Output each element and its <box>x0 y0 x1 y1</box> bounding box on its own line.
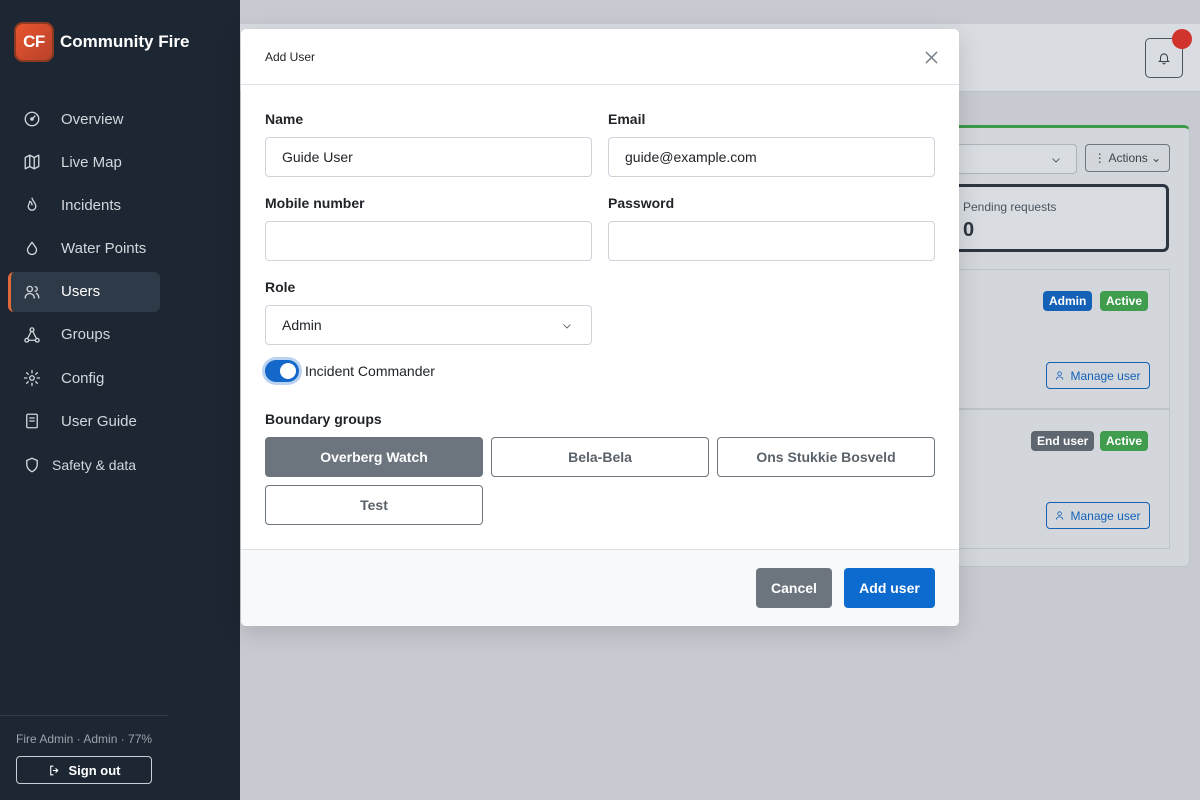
sidebar-item-user-guide[interactable]: User Guide <box>8 401 160 441</box>
users-icon <box>22 282 42 302</box>
sidebar-item-config[interactable]: Config <box>8 358 160 398</box>
modal-header: Add User <box>241 29 959 85</box>
boundary-groups-label: Boundary groups <box>265 411 382 427</box>
manage-user-label: Manage user <box>1070 368 1141 383</box>
list-item: Admin Active Manage user <box>950 269 1170 409</box>
map-icon <box>22 152 42 172</box>
droplet-icon <box>22 239 42 259</box>
sidebar-item-safety[interactable]: Safety & data <box>8 445 160 485</box>
pending-requests-label: Pending requests <box>963 200 1057 214</box>
role-badge: Admin <box>1043 291 1093 311</box>
name-label: Name <box>265 111 304 127</box>
sidebar: CF Community Fire Overview Live Map Inci… <box>0 0 240 800</box>
name-field[interactable] <box>265 137 592 177</box>
user-meta: Fire Admin · Admin · 77% <box>16 732 153 746</box>
manage-user-button[interactable]: Manage user <box>1046 502 1150 529</box>
add-user-button[interactable]: Add user <box>844 568 935 608</box>
sidebar-item-groups[interactable]: Groups <box>8 315 160 355</box>
sign-out-icon <box>49 765 59 775</box>
incident-commander-label: Incident Commander <box>305 363 435 379</box>
role-select[interactable]: Admin <box>265 305 592 345</box>
sidebar-item-water-points[interactable]: Water Points <box>8 229 160 269</box>
pending-requests-card[interactable] <box>950 184 1169 252</box>
manage-user-label: Manage user <box>1070 508 1141 523</box>
group-overberg-watch[interactable]: Overberg Watch <box>265 437 483 477</box>
filter-select[interactable] <box>940 144 1077 174</box>
status-badge: Active <box>1100 291 1149 311</box>
gear-icon <box>22 368 42 388</box>
sidebar-item-overview[interactable]: Overview <box>8 99 160 139</box>
notification-badge <box>1172 29 1192 49</box>
status-badge: Active <box>1100 431 1149 451</box>
user-icon <box>1056 511 1064 520</box>
bell-icon <box>1158 53 1170 65</box>
actions-button[interactable]: ⋮ Actions ⌄ <box>1085 144 1170 172</box>
email-field[interactable] <box>608 137 935 177</box>
toggle-knob <box>280 363 296 379</box>
sidebar-item-label: Users <box>61 283 101 301</box>
manage-user-button[interactable]: Manage user <box>1046 362 1150 389</box>
app-logo: CF <box>14 22 54 62</box>
role-badge: End user <box>1031 431 1095 451</box>
group-ons-stukkie-bosveld[interactable]: Ons Stukkie Bosveld <box>717 437 935 477</box>
sidebar-item-label: Incidents <box>61 196 122 214</box>
close-button[interactable] <box>921 47 941 67</box>
sign-out-button[interactable]: Sign out <box>16 756 152 784</box>
password-field[interactable] <box>608 221 935 261</box>
role-select-value: Admin <box>282 317 322 333</box>
share-nodes-icon <box>22 325 42 345</box>
flame-icon <box>22 195 42 215</box>
sign-out-label: Sign out <box>68 762 121 778</box>
close-icon <box>924 50 938 64</box>
mobile-label: Mobile number <box>265 195 365 211</box>
sidebar-item-label: Live Map <box>61 153 122 171</box>
modal-title: Add User <box>265 50 316 64</box>
cancel-button[interactable]: Cancel <box>756 568 832 608</box>
group-bela-bela[interactable]: Bela-Bela <box>491 437 709 477</box>
gauge-icon <box>22 109 42 129</box>
list-item: End user Active Manage user <box>950 409 1170 549</box>
sidebar-item-label: Config <box>61 369 105 387</box>
incident-commander-toggle[interactable] <box>265 360 299 382</box>
chevron-down-icon <box>563 324 571 329</box>
chevron-down-icon <box>1052 158 1060 163</box>
email-label: Email <box>608 111 646 127</box>
sidebar-item-label: Groups <box>61 326 111 344</box>
sidebar-item-label: User Guide <box>61 412 137 430</box>
password-label: Password <box>608 195 675 211</box>
role-label: Role <box>265 279 296 295</box>
sidebar-item-incidents[interactable]: Incidents <box>8 185 160 225</box>
sidebar-item-label: Overview <box>61 110 124 128</box>
app-name: Community Fire <box>60 32 190 51</box>
sidebar-item-users[interactable]: Users <box>8 271 160 312</box>
sidebar-item-live-map[interactable]: Live Map <box>8 142 160 182</box>
mobile-field[interactable] <box>265 221 592 261</box>
sidebar-nav: Overview Live Map Incidents Water Points… <box>8 99 160 488</box>
add-user-modal: Add User Name Email Mobile number Passwo… <box>241 29 959 626</box>
group-test[interactable]: Test <box>265 485 483 525</box>
book-icon <box>22 411 42 431</box>
pending-requests-value: 0 <box>963 219 975 241</box>
brand[interactable]: CF Community Fire <box>14 22 189 62</box>
sidebar-item-label: Safety & data <box>52 456 137 473</box>
shield-icon <box>22 455 42 475</box>
sidebar-divider <box>0 715 168 716</box>
sidebar-item-label: Water Points <box>61 240 147 258</box>
user-icon <box>1056 371 1064 380</box>
